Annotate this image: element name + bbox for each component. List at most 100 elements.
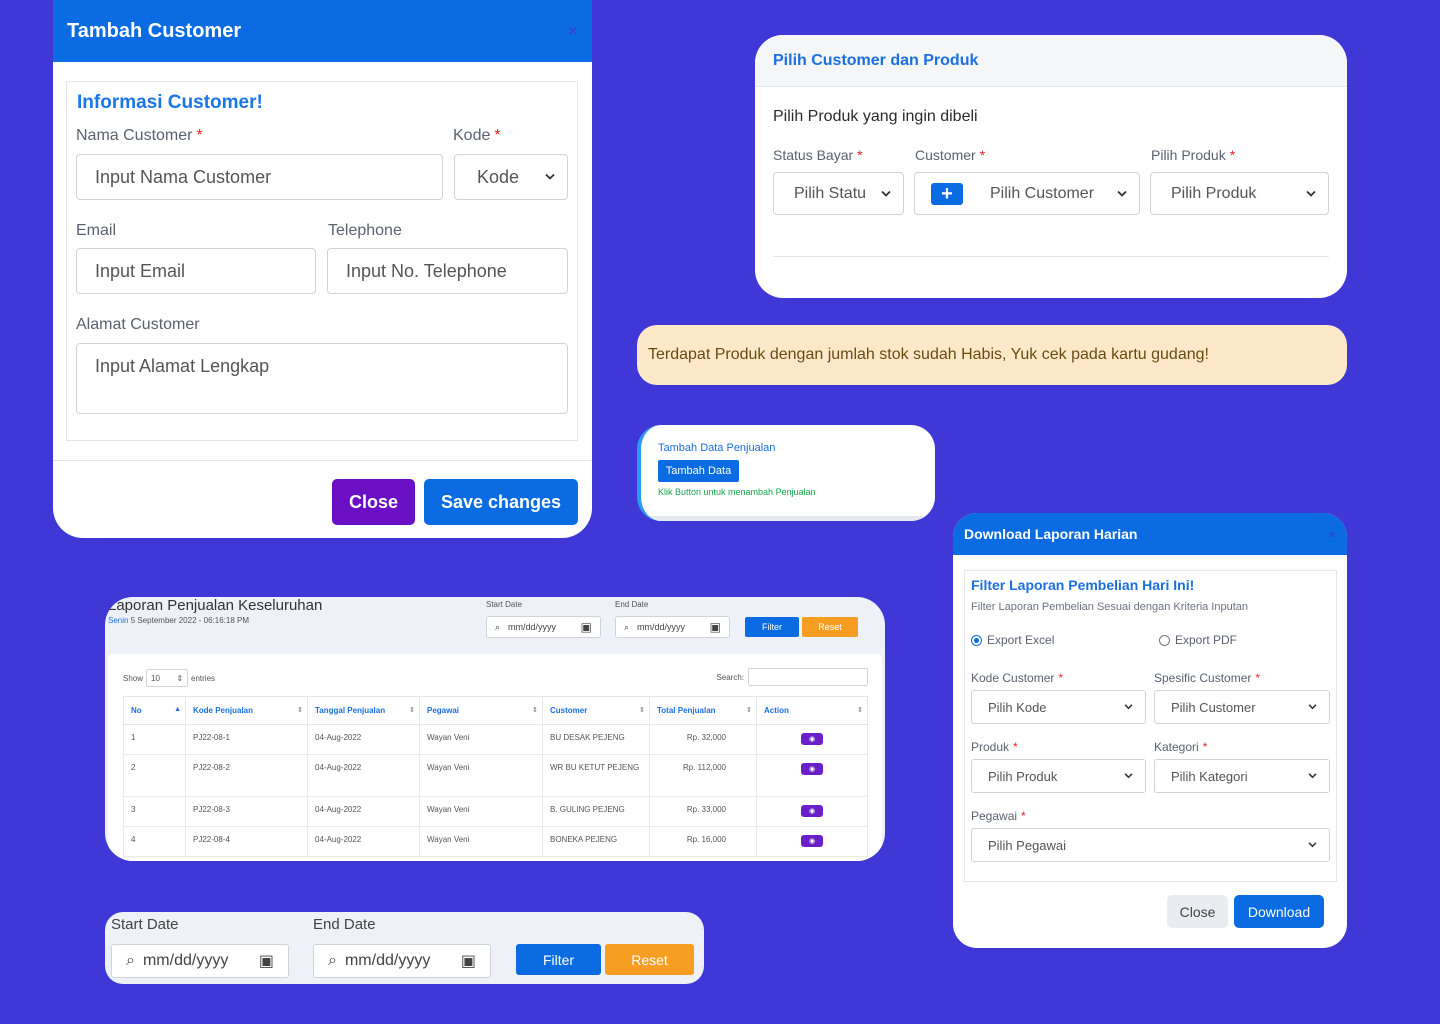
- kode-label: Kode *: [453, 127, 501, 144]
- modal-title: Tambah Customer: [67, 19, 242, 42]
- calendar-icon[interactable]: ▣: [461, 951, 476, 971]
- column-header[interactable]: Customer ⇕: [542, 696, 650, 725]
- close-button[interactable]: Close: [332, 479, 415, 525]
- eye-icon[interactable]: ◉: [801, 835, 823, 847]
- reset-button[interactable]: Reset: [605, 944, 694, 975]
- nama-customer-input[interactable]: Input Nama Customer: [76, 154, 443, 200]
- produk-select[interactable]: Pilih Produk: [971, 759, 1146, 793]
- cell-no: 1: [123, 724, 186, 755]
- cell-no: 2: [123, 754, 186, 797]
- telephone-input[interactable]: Input No. Telephone: [327, 248, 568, 294]
- start-date-input[interactable]: ⌕ mm/dd/yyyy ▣: [486, 616, 601, 638]
- cell-no: 4: [123, 826, 186, 857]
- chevron-down-icon: [1308, 773, 1317, 779]
- modal-header: Tambah Customer ×: [53, 0, 592, 62]
- close-icon[interactable]: ×: [1328, 527, 1336, 542]
- cell-action: ◉: [756, 826, 868, 857]
- start-date-label: Start Date: [486, 600, 523, 609]
- column-header[interactable]: Kode Penjualan ⇕: [185, 696, 308, 725]
- chevron-down-icon: [1306, 190, 1316, 197]
- end-date-input[interactable]: ⌕ mm/dd/yyyy ▣: [313, 944, 491, 978]
- search-icon: ⌕: [328, 952, 337, 969]
- end-date-label: End Date: [313, 916, 376, 933]
- page-title: Laporan Penjualan Keseluruhan: [108, 597, 323, 614]
- column-header[interactable]: Tanggal Penjualan ⇕: [307, 696, 420, 725]
- export-excel-radio[interactable]: Export Excel: [971, 633, 1054, 647]
- radio-unchecked-icon: [1159, 634, 1170, 646]
- save-changes-button[interactable]: Save changes: [424, 479, 578, 525]
- cell-kode: PJ22-08-3: [185, 796, 308, 827]
- status-bayar-select[interactable]: Pilih Statu: [773, 172, 904, 215]
- download-laporan-modal: Download Laporan Harian × Filter Laporan…: [953, 513, 1347, 948]
- filter-title: Filter Laporan Pembelian Hari Ini!: [971, 577, 1195, 593]
- start-date-input[interactable]: ⌕ mm/dd/yyyy ▣: [111, 944, 289, 978]
- chevron-down-icon: [1308, 842, 1317, 848]
- spesific-customer-select[interactable]: Pilih Customer: [1154, 690, 1330, 724]
- stock-alert: Terdapat Produk dengan jumlah stok sudah…: [637, 325, 1347, 385]
- search-icon: ⌕: [126, 952, 135, 969]
- column-header[interactable]: Total Penjualan ⇕: [649, 696, 757, 725]
- card-footer: [641, 516, 935, 521]
- eye-icon[interactable]: ◉: [801, 763, 823, 775]
- chevron-down-icon: [1124, 773, 1133, 779]
- sales-table: No ▲ Kode Penjualan ⇕ Tanggal Penjualan ⇕ P…: [123, 696, 868, 857]
- column-header[interactable]: Action ⇕: [756, 696, 868, 725]
- cell-total: Rp. 16,000: [649, 826, 757, 857]
- cell-kode: PJ22-08-1: [185, 724, 308, 755]
- laporan-penjualan-card: Laporan Penjualan Keseluruhan Senin 5 Se…: [105, 597, 885, 861]
- email-input[interactable]: Input Email: [76, 248, 316, 294]
- date-filter-bar: Start Date ⌕ mm/dd/yyyy ▣ End Date ⌕ mm/dd/…: [105, 912, 704, 984]
- cell-action: ◉: [756, 796, 868, 827]
- report-date: Senin 5 September 2022 - 06:16:18 PM: [108, 616, 249, 625]
- close-button[interactable]: Close: [1167, 895, 1228, 928]
- kode-customer-label: Kode Customer *: [971, 671, 1064, 685]
- customer-select[interactable]: + Pilih Customer: [914, 172, 1140, 215]
- reset-button[interactable]: Reset: [802, 617, 858, 637]
- kategori-select[interactable]: Pilih Kategori: [1154, 759, 1330, 793]
- pegawai-label: Pegawai *: [971, 809, 1026, 823]
- pegawai-select[interactable]: Pilih Pegawai: [971, 828, 1330, 862]
- column-header[interactable]: Pegawai ⇕: [419, 696, 543, 725]
- start-date-label: Start Date: [111, 916, 179, 933]
- cell-pegawai: Wayan Veni: [419, 724, 543, 755]
- eye-icon[interactable]: ◉: [801, 733, 823, 745]
- chevron-down-icon: [1117, 190, 1127, 197]
- end-date-input[interactable]: ⌕ mm/dd/yyyy ▣: [615, 616, 730, 638]
- calendar-icon[interactable]: ▣: [710, 620, 721, 634]
- alamat-label: Alamat Customer: [76, 316, 200, 333]
- alamat-textarea[interactable]: Input Alamat Lengkap: [76, 343, 568, 414]
- kode-select[interactable]: Kode: [454, 154, 568, 200]
- cell-customer: BU DESAK PEJENG: [542, 724, 650, 755]
- calendar-icon[interactable]: ▣: [581, 620, 592, 634]
- cell-action: ◉: [756, 754, 868, 797]
- modal-title: Download Laporan Harian: [964, 526, 1138, 542]
- search-input[interactable]: [748, 668, 868, 686]
- table-panel: Show 10 ⇕ entries Search: No ▲ Kode Penjuala…: [108, 654, 882, 861]
- add-customer-icon[interactable]: +: [931, 183, 963, 205]
- telephone-label: Telephone: [328, 222, 402, 239]
- produk-select[interactable]: Pilih Produk: [1150, 172, 1329, 215]
- close-icon[interactable]: ×: [567, 21, 578, 42]
- card-subtitle: Pilih Produk yang ingin dibeli: [773, 108, 978, 125]
- cell-kode: PJ22-08-4: [185, 826, 308, 857]
- cell-kode: PJ22-08-2: [185, 754, 308, 797]
- produk-label: Pilih Produk *: [1151, 147, 1236, 163]
- entries-length: Show 10 ⇕ entries: [123, 669, 215, 687]
- pilih-customer-card: Pilih Customer dan Produk Pilih Produk y…: [755, 35, 1347, 298]
- table-row: 3 PJ22-08-3 04-Aug-2022 Wayan Veni B. GU…: [123, 796, 868, 827]
- entries-select[interactable]: 10 ⇕: [146, 669, 189, 687]
- footer-divider: [53, 460, 592, 461]
- calendar-icon[interactable]: ▣: [259, 951, 274, 971]
- tambah-data-button[interactable]: Tambah Data: [658, 460, 739, 482]
- download-button[interactable]: Download: [1234, 895, 1324, 928]
- search-icon: ⌕: [624, 621, 630, 632]
- eye-icon[interactable]: ◉: [801, 805, 823, 817]
- cell-total: Rp. 33,000: [649, 796, 757, 827]
- filter-button[interactable]: Filter: [745, 617, 799, 637]
- cell-total: Rp. 112,000: [649, 754, 757, 797]
- kode-customer-select[interactable]: Pilih Kode: [971, 690, 1146, 724]
- cell-pegawai: Wayan Veni: [419, 826, 543, 857]
- filter-button[interactable]: Filter: [516, 944, 601, 975]
- column-header[interactable]: No ▲: [123, 696, 186, 725]
- export-pdf-radio[interactable]: Export PDF: [1159, 633, 1237, 647]
